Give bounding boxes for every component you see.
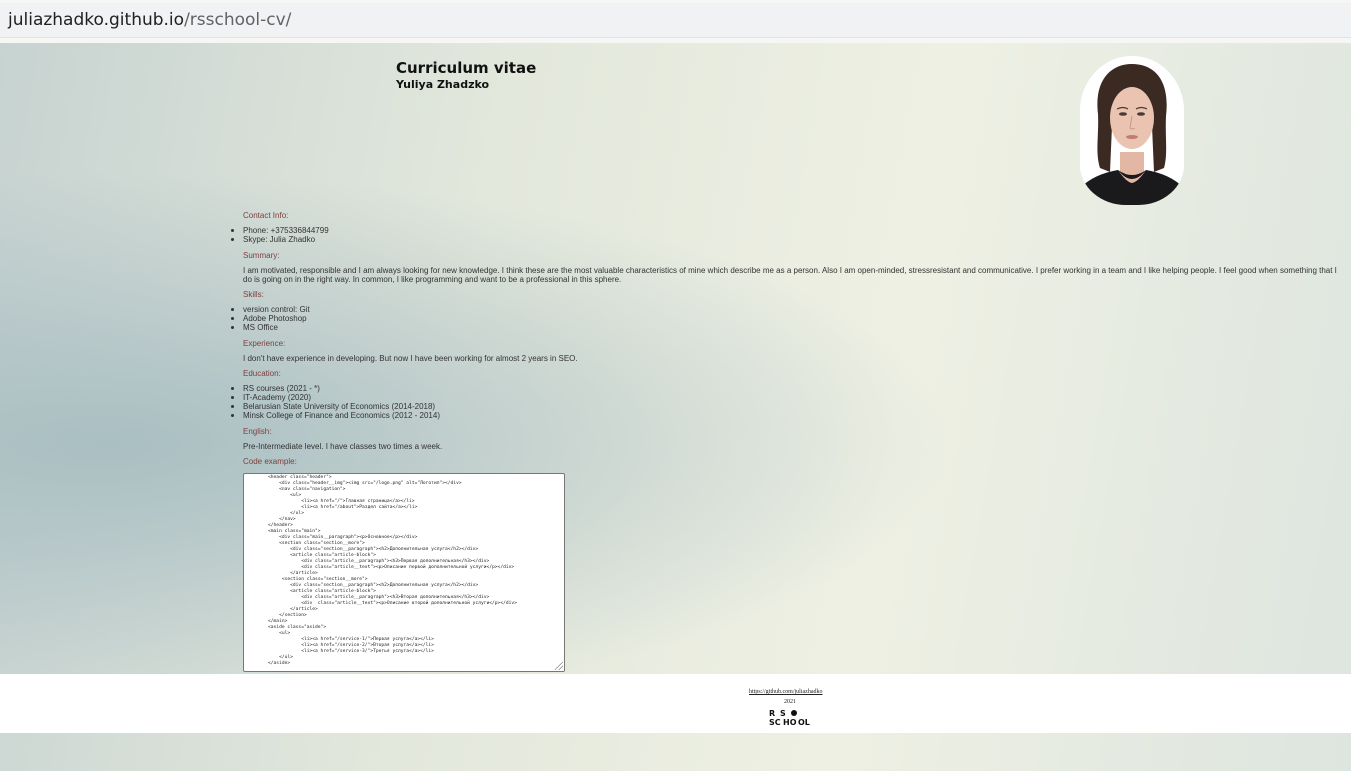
svg-text:HO: HO	[783, 718, 797, 727]
page: Curriculum vitae Yuliya Zhadzko Contact …	[0, 43, 1351, 771]
url-host: juliazhadko.github.io	[8, 10, 185, 30]
code-heading: Code example:	[243, 457, 297, 466]
list-item: Minsk College of Finance and Economics (…	[231, 411, 1343, 420]
code-example-textarea[interactable]: <header class="header"> <div class="head…	[243, 473, 565, 672]
contact-list: Phone: +375336844799 Skype: Julia Zhadko	[231, 226, 1343, 244]
list-item: Skype: Julia Zhadko	[231, 235, 1343, 244]
skills-list: version control: Git Adobe Photoshop MS …	[231, 305, 1343, 332]
footer: https://github.com/juliazhadko 2021 R S …	[0, 674, 1351, 733]
person-name: Yuliya Zhadzko	[396, 78, 490, 91]
list-item: Phone: +375336844799	[231, 226, 1343, 235]
contact-heading: Contact Info:	[243, 211, 289, 220]
github-link[interactable]: https://github.com/juliazhadko	[749, 689, 823, 695]
svg-text:OL: OL	[798, 718, 810, 727]
experience-text: I don't have experience in developing. B…	[243, 354, 578, 363]
svg-text:SC: SC	[769, 718, 781, 727]
svg-text:R: R	[769, 709, 775, 718]
address-bar[interactable]: juliazhadko.github.io/rsschool-cv/	[0, 3, 1351, 38]
svg-text:S: S	[780, 709, 786, 718]
page-title: Curriculum vitae	[396, 59, 537, 77]
list-item: MS Office	[231, 323, 1343, 332]
summary-text: I am motivated, responsible and I am alw…	[243, 266, 1337, 284]
cv-content: Contact Info: Phone: +375336844799 Skype…	[231, 211, 1343, 466]
list-item: IT-Academy (2020)	[231, 393, 1343, 402]
skills-heading: Skills:	[243, 290, 264, 299]
code-example-text: <header class="header"> <div class="head…	[268, 475, 517, 666]
list-item: Belarusian State University of Economics…	[231, 402, 1343, 411]
resize-handle-icon[interactable]	[555, 662, 563, 670]
education-heading: Education:	[243, 369, 281, 378]
list-item: version control: Git	[231, 305, 1343, 314]
url-path: /rsschool-cv/	[184, 10, 292, 30]
english-heading: English:	[243, 427, 272, 436]
summary-heading: Summary:	[243, 251, 280, 260]
education-list: RS courses (2021 - *) IT-Academy (2020) …	[231, 384, 1343, 420]
rs-school-logo[interactable]: R S SC HO OL	[768, 709, 812, 727]
english-text: Pre-Intermediate level. I have classes t…	[243, 442, 443, 451]
list-item: Adobe Photoshop	[231, 314, 1343, 323]
footer-year: 2021	[784, 699, 796, 705]
profile-photo	[1080, 56, 1184, 205]
list-item: RS courses (2021 - *)	[231, 384, 1343, 393]
experience-heading: Experience:	[243, 339, 286, 348]
